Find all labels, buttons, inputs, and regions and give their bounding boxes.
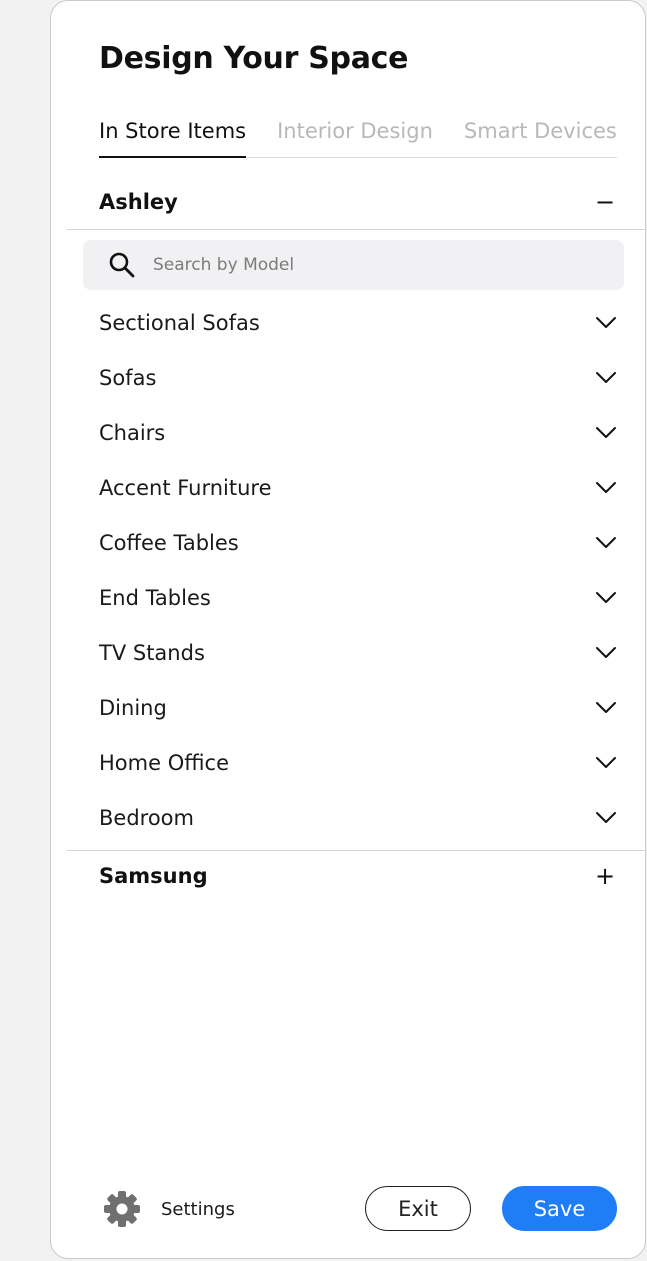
group-name-ashley: Ashley — [99, 190, 178, 214]
tab-bar: In Store Items Interior Design Smart Dev… — [99, 119, 617, 158]
expand-icon[interactable]: + — [593, 862, 617, 890]
category-accent-furniture[interactable]: Accent Furniture — [99, 460, 617, 515]
category-tv-stands[interactable]: TV Stands — [99, 625, 617, 680]
chevron-down-icon[interactable] — [595, 371, 617, 385]
category-dining[interactable]: Dining — [99, 680, 617, 735]
category-label: Bedroom — [99, 805, 194, 830]
category-sofas[interactable]: Sofas — [99, 350, 617, 405]
design-panel: Design Your Space In Store Items Interio… — [50, 0, 646, 1259]
chevron-down-icon[interactable] — [595, 701, 617, 715]
page-title: Design Your Space — [99, 41, 409, 76]
chevron-down-icon[interactable] — [595, 646, 617, 660]
category-list: Sectional Sofas Sofas Chairs Accent Furn… — [99, 295, 617, 845]
footer-bar: Settings Exit Save — [51, 1185, 647, 1233]
category-label: Coffee Tables — [99, 530, 239, 555]
chevron-down-icon[interactable] — [595, 591, 617, 605]
tab-interior-design[interactable]: Interior Design — [277, 119, 433, 157]
chevron-down-icon[interactable] — [595, 811, 617, 825]
settings-button[interactable]: Settings — [101, 1185, 235, 1233]
collapse-icon[interactable]: − — [593, 188, 617, 216]
category-coffee-tables[interactable]: Coffee Tables — [99, 515, 617, 570]
chevron-down-icon[interactable] — [595, 426, 617, 440]
chevron-down-icon[interactable] — [595, 536, 617, 550]
category-home-office[interactable]: Home Office — [99, 735, 617, 790]
category-label: Accent Furniture — [99, 475, 272, 500]
category-label: Chairs — [99, 420, 166, 445]
tab-smart-devices[interactable]: Smart Devices — [464, 119, 617, 157]
search-bar[interactable] — [83, 240, 624, 290]
tab-in-store-items[interactable]: In Store Items — [99, 119, 247, 158]
category-sectional-sofas[interactable]: Sectional Sofas — [99, 295, 617, 350]
search-input[interactable] — [151, 254, 575, 276]
divider — [67, 850, 646, 851]
category-end-tables[interactable]: End Tables — [99, 570, 617, 625]
group-header-ashley[interactable]: Ashley − — [99, 187, 617, 217]
chevron-down-icon[interactable] — [595, 481, 617, 495]
settings-label: Settings — [161, 1198, 235, 1220]
category-label: Sofas — [99, 365, 157, 390]
group-name-samsung: Samsung — [99, 864, 208, 888]
chevron-down-icon[interactable] — [595, 316, 617, 330]
category-label: Dining — [99, 695, 167, 720]
category-label: Sectional Sofas — [99, 310, 260, 335]
chevron-down-icon[interactable] — [595, 756, 617, 770]
exit-button[interactable]: Exit — [365, 1186, 471, 1231]
category-label: TV Stands — [99, 640, 205, 665]
category-label: Home Office — [99, 750, 229, 775]
category-label: End Tables — [99, 585, 211, 610]
save-button[interactable]: Save — [502, 1186, 617, 1231]
divider — [67, 229, 646, 230]
gear-icon — [104, 1191, 140, 1227]
search-icon — [109, 252, 135, 278]
group-header-samsung[interactable]: Samsung + — [99, 861, 617, 891]
category-chairs[interactable]: Chairs — [99, 405, 617, 460]
category-bedroom[interactable]: Bedroom — [99, 790, 617, 845]
